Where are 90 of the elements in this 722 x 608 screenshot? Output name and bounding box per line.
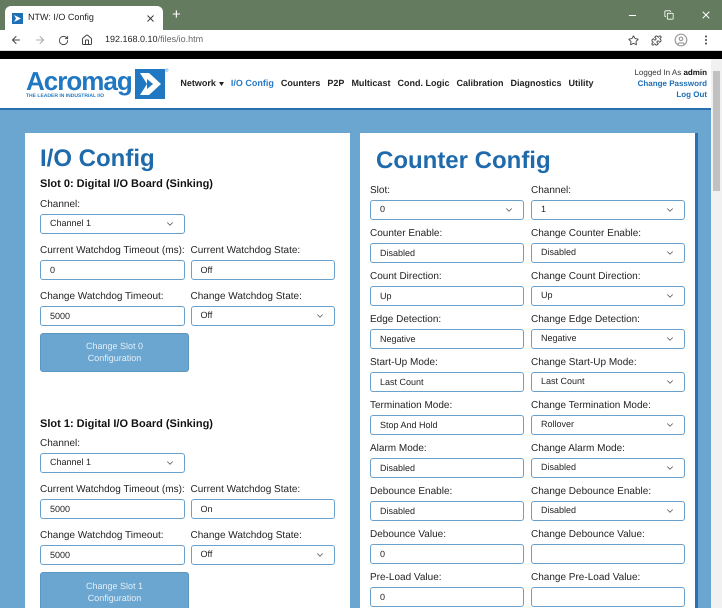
nav-link[interactable]: Calibration bbox=[456, 76, 504, 90]
slot-heading: Slot 0: Digital I/O Board (Sinking) bbox=[40, 177, 214, 192]
reload-icon[interactable] bbox=[58, 34, 69, 46]
field-label: Change Counter Enable: bbox=[531, 228, 642, 240]
account-link[interactable]: Change Password bbox=[638, 78, 707, 89]
account-link[interactable]: Log Out bbox=[676, 89, 707, 100]
dropdown-field[interactable]: Channel 1 bbox=[40, 453, 184, 473]
dropdown-field[interactable]: 1 bbox=[531, 200, 685, 220]
field-label: Channel: bbox=[40, 198, 82, 210]
nav-link[interactable]: Diagnostics bbox=[510, 76, 562, 90]
field-label: Change Watchdog State: bbox=[190, 290, 303, 302]
field-label: Change Debounce Enable: bbox=[531, 486, 652, 498]
field-label: Pre-Load Value: bbox=[370, 572, 443, 584]
input-field[interactable]: 0 bbox=[370, 587, 524, 607]
input-field[interactable]: 5000 bbox=[40, 545, 184, 565]
input-field[interactable]: Disabled bbox=[370, 458, 524, 478]
field-label: Change Termination Mode: bbox=[531, 400, 652, 412]
page-title: Counter Config bbox=[376, 147, 552, 175]
field-label: Start-Up Mode: bbox=[370, 357, 439, 369]
logo-icon bbox=[134, 68, 165, 98]
field-label: Change Watchdog Timeout: bbox=[40, 290, 165, 302]
input-field[interactable]: 5000 bbox=[40, 499, 184, 519]
field-label: Change Count Direction: bbox=[531, 271, 642, 283]
field-label: Change Pre-Load Value: bbox=[531, 572, 642, 584]
new-tab-button[interactable]: + bbox=[172, 4, 181, 26]
input-field[interactable] bbox=[531, 587, 685, 607]
field-label: Counter Enable: bbox=[370, 228, 444, 240]
field-label: Current Watchdog Timeout (ms): bbox=[40, 484, 184, 496]
slot-heading: Slot 1: Digital I/O Board (Sinking) bbox=[40, 416, 214, 432]
dropdown-field[interactable]: Off bbox=[190, 545, 335, 565]
nav-link[interactable]: Network bbox=[180, 76, 224, 90]
page-title: I/O Config bbox=[40, 145, 156, 173]
input-field[interactable]: 0 bbox=[370, 544, 524, 564]
dropdown-field[interactable]: Disabled bbox=[531, 243, 685, 263]
dropdown-field[interactable]: Rollover bbox=[531, 415, 685, 435]
dropdown-field[interactable]: Negative bbox=[531, 329, 685, 349]
field-label: Edge Detection: bbox=[370, 314, 442, 326]
field-label: Change Watchdog Timeout: bbox=[40, 530, 165, 542]
input-field[interactable] bbox=[531, 544, 685, 564]
field-label: Change Watchdog State: bbox=[190, 530, 303, 542]
field-label: Change Start-Up Mode: bbox=[531, 357, 638, 369]
dropdown-field[interactable]: Disabled bbox=[531, 501, 685, 521]
field-label: Channel: bbox=[531, 185, 572, 197]
input-field[interactable]: Disabled bbox=[370, 501, 524, 521]
input-field[interactable]: On bbox=[190, 499, 335, 519]
field-label: Change Alarm Mode: bbox=[531, 443, 626, 455]
restore-icon[interactable] bbox=[664, 10, 674, 20]
star-icon[interactable] bbox=[628, 34, 639, 46]
field-label: Change Edge Detection: bbox=[531, 314, 641, 326]
input-field[interactable]: Off bbox=[190, 260, 335, 280]
close-icon[interactable] bbox=[145, 12, 156, 24]
nav-link[interactable]: Multicast bbox=[351, 76, 390, 90]
back-icon[interactable] bbox=[10, 34, 22, 46]
field-label: Current Watchdog State: bbox=[190, 484, 302, 496]
dropdown-field[interactable]: Off bbox=[190, 306, 335, 326]
field-label: Current Watchdog State: bbox=[190, 244, 302, 256]
dropdown-field[interactable]: Up bbox=[531, 286, 685, 306]
puzzle-icon[interactable] bbox=[651, 34, 662, 46]
url-text[interactable]: 192.168.0.10/files/io.htm bbox=[105, 33, 616, 47]
nav-link[interactable]: Counters bbox=[280, 76, 320, 90]
dropdown-field[interactable]: Channel 1 bbox=[40, 214, 184, 234]
nav-link[interactable]: Utility bbox=[568, 76, 594, 90]
dropdown-field[interactable]: Disabled bbox=[531, 458, 685, 478]
login-status: Logged In As admin bbox=[634, 67, 707, 78]
dropdown-field[interactable]: Last Count bbox=[531, 372, 685, 392]
field-label: Count Direction: bbox=[370, 271, 443, 283]
field-label: Alarm Mode: bbox=[370, 443, 428, 455]
nav-link[interactable]: I/O Config bbox=[230, 76, 274, 90]
input-field[interactable]: Up bbox=[370, 286, 524, 306]
dropdown-field[interactable]: 0 bbox=[370, 200, 524, 220]
input-field[interactable]: Last Count bbox=[370, 372, 524, 392]
browser-tab[interactable]: NTW: I/O Config bbox=[5, 6, 163, 30]
field-label: Change Debounce Value: bbox=[531, 529, 646, 541]
nav-link[interactable]: Cond. Logic bbox=[397, 76, 450, 90]
tab-title: NTW: I/O Config bbox=[28, 11, 95, 24]
input-field[interactable]: 5000 bbox=[40, 306, 184, 326]
field-label: Current Watchdog Timeout (ms): bbox=[40, 244, 184, 256]
logo-icon bbox=[12, 12, 23, 24]
field-label: Debounce Value: bbox=[370, 529, 447, 541]
field-label: Channel: bbox=[40, 438, 82, 450]
input-field[interactable]: 0 bbox=[40, 260, 184, 280]
field-label: Termination Mode: bbox=[370, 400, 454, 412]
nav-link[interactable]: P2P bbox=[327, 76, 344, 90]
home-icon[interactable] bbox=[81, 34, 93, 46]
field-label: Debounce Enable: bbox=[370, 486, 454, 498]
avatar-icon[interactable] bbox=[674, 33, 688, 47]
field-label: Slot: bbox=[370, 185, 392, 197]
input-field[interactable]: Disabled bbox=[370, 243, 524, 263]
input-field[interactable]: Negative bbox=[370, 329, 524, 349]
input-field[interactable]: Stop And Hold bbox=[370, 415, 524, 435]
